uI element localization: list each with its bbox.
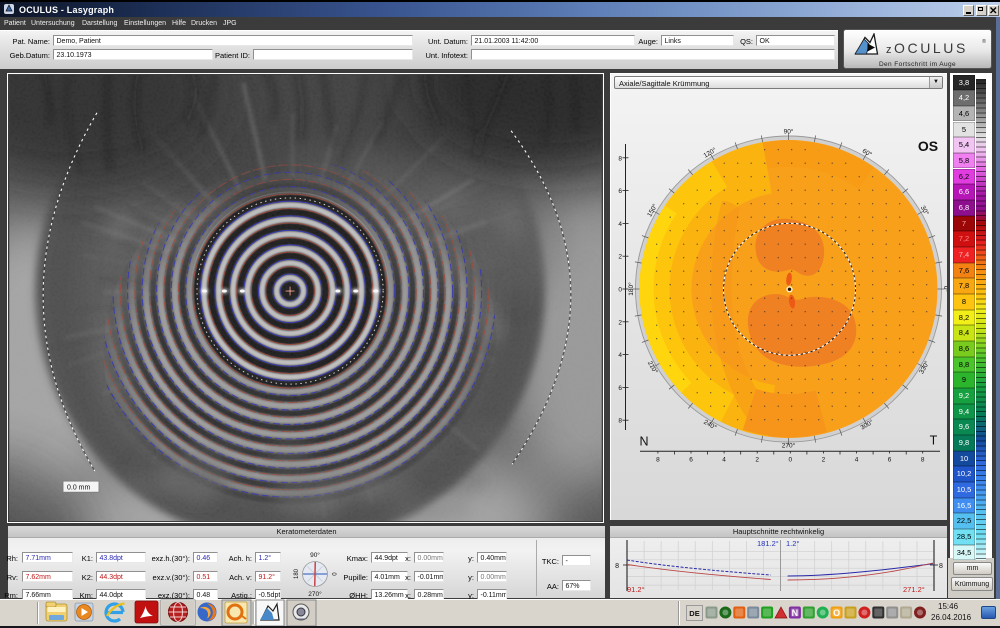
svg-text:6: 6	[689, 457, 693, 464]
svg-text:270°: 270°	[308, 590, 322, 598]
svg-text:90°: 90°	[310, 551, 320, 559]
svg-text:O: O	[833, 608, 840, 618]
svg-text:8: 8	[615, 563, 619, 570]
svg-text:0°: 0°	[942, 286, 947, 293]
svg-text:0: 0	[618, 287, 622, 294]
svg-text:2: 2	[755, 457, 759, 464]
svg-text:OS: OS	[918, 138, 938, 154]
svg-text:6: 6	[618, 188, 622, 195]
svg-text:4: 4	[618, 221, 622, 228]
svg-text:270°: 270°	[782, 442, 796, 450]
svg-text:2: 2	[822, 457, 826, 464]
svg-text:N: N	[792, 608, 799, 618]
svg-text:90°: 90°	[784, 128, 794, 136]
svg-text:T: T	[930, 434, 938, 448]
svg-text:®: ®	[982, 38, 986, 45]
svg-text:2: 2	[618, 319, 622, 326]
svg-text:8: 8	[656, 457, 660, 464]
svg-text:8: 8	[921, 457, 925, 464]
svg-text:4: 4	[855, 457, 859, 464]
svg-text:180°: 180°	[627, 282, 635, 296]
svg-text:8: 8	[618, 418, 622, 425]
svg-text:6: 6	[618, 385, 622, 392]
svg-text:6: 6	[888, 457, 892, 464]
svg-text:4: 4	[618, 352, 622, 359]
svg-text:N: N	[639, 435, 648, 449]
svg-text:0.0 mm: 0.0 mm	[67, 485, 90, 492]
svg-text:180: 180	[294, 568, 300, 579]
svg-text:4: 4	[722, 457, 726, 464]
svg-text:8: 8	[939, 563, 943, 570]
svg-text:8: 8	[618, 155, 622, 162]
svg-text:2: 2	[618, 254, 622, 261]
svg-text:0: 0	[788, 457, 792, 464]
svg-text:z: z	[886, 44, 892, 56]
svg-text:0: 0	[330, 572, 336, 576]
svg-text:OCULUS: OCULUS	[894, 40, 968, 56]
